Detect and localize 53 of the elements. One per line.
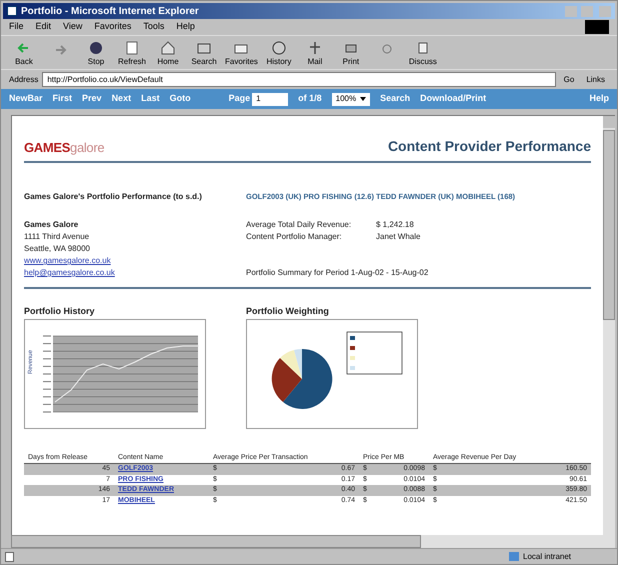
minimize-button[interactable] [565, 6, 577, 16]
toolbar-button[interactable]: Stop [81, 40, 111, 69]
address-field[interactable]: http://Portfolio.co.uk/ViewDefault [42, 72, 556, 87]
close-button[interactable] [599, 6, 611, 16]
period-summary: Portfolio Summary for Period 1-Aug-02 - 15-Aug-02 [246, 267, 428, 279]
chart-title: Portfolio History [24, 305, 96, 318]
address-line: Seattle, WA 98000 [24, 243, 91, 255]
fact-value: Janet Whale [376, 231, 420, 243]
company-name: Games Galore [24, 219, 80, 231]
toolbar-button[interactable]: Mail [300, 40, 330, 69]
toolbar-button[interactable]: Search [189, 40, 219, 69]
fact-value: $ 1,242.18 [376, 219, 414, 231]
stop-icon [88, 40, 104, 56]
page-count: of 1/8 [298, 92, 322, 106]
menu-item[interactable]: Favorites [94, 20, 132, 34]
go-button[interactable]: Go [560, 74, 578, 86]
window-title: Portfolio - Microsoft Internet Explorer [21, 4, 199, 18]
browser-icon [7, 6, 17, 16]
vertical-scrollbar[interactable] [603, 116, 615, 535]
menu-item[interactable]: View [63, 20, 82, 34]
status-zone: Local intranet [523, 550, 572, 562]
games-galore-logo: GAMESgalore [24, 138, 104, 157]
report-heading: Content Provider Performance [388, 137, 591, 156]
toolbar-button[interactable]: Refresh [117, 40, 147, 69]
intranet-icon [509, 552, 519, 561]
portfolio-title: Games Galore's Portfolio Performance (to s.d.) [24, 191, 203, 203]
house-icon [160, 40, 176, 56]
chart-legend [346, 331, 402, 374]
toolbar-button[interactable]: Home [153, 40, 183, 69]
horizontal-scrollbar[interactable] [11, 535, 615, 548]
zoom-dropdown[interactable]: 100% [332, 92, 370, 106]
page-label: Page [228, 92, 250, 106]
chart-title: Portfolio Weighting [246, 305, 330, 318]
menu-item[interactable]: Edit [36, 20, 52, 34]
page-icon [5, 552, 14, 562]
links-button[interactable]: Links [582, 74, 609, 86]
menu-item[interactable]: Help [176, 20, 195, 34]
address-line: 1111 Third Avenue [24, 231, 90, 243]
toolbar-button[interactable]: Print [336, 40, 366, 69]
toolbar-button[interactable]: Favorites [225, 40, 258, 69]
fact-label: Average Total Daily Revenue: [246, 219, 352, 231]
dropdown-caret-icon [360, 97, 366, 101]
menu-item[interactable]: File [9, 20, 24, 34]
maximize-button[interactable] [581, 6, 593, 16]
toolbar-button[interactable]: History [264, 40, 294, 69]
fact-label: Content Portfolio Manager: [246, 231, 343, 243]
address-label: Address [9, 74, 38, 86]
toolbar-button[interactable]: Discuss [408, 40, 438, 69]
page-field[interactable]: 1 [252, 92, 288, 106]
toolbar-button[interactable]: Back [9, 40, 39, 69]
menu-item[interactable]: Tools [143, 20, 164, 34]
contact-link[interactable]: help@gamesgalore.co.uk [24, 267, 246, 279]
contact-link[interactable]: www.gamesgalore.co.uk [24, 255, 246, 267]
